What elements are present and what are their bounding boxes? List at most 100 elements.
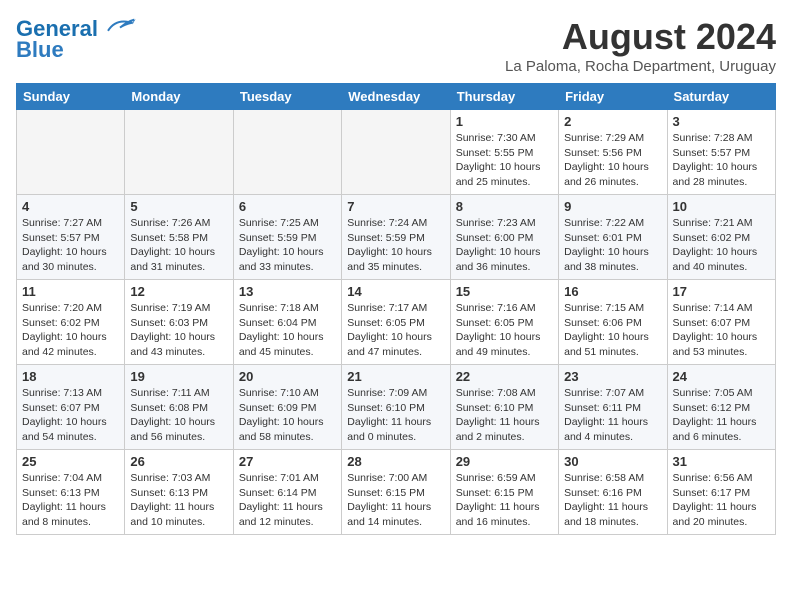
day-number: 22 [456, 369, 553, 384]
title-area: August 2024 La Paloma, Rocha Department,… [505, 16, 776, 75]
calendar-week-row: 11 Sunrise: 7:20 AMSunset: 6:02 PMDayligh… [17, 280, 776, 365]
calendar-cell: 26Sunrise: 7:03 AMSunset: 6:13 PMDayligh… [125, 450, 233, 535]
day-info: Sunrise: 7:09 AMSunset: 6:10 PMDaylight:… [347, 386, 444, 445]
day-info: Sunrise: 7:20 AMSunset: 6:02 PMDaylight:… [22, 301, 119, 360]
day-number: 3 [673, 114, 770, 129]
day-number: 16 [564, 284, 661, 299]
calendar-cell: 1 Sunrise: 7:30 AMSunset: 5:55 PMDaylight… [450, 110, 558, 195]
day-info: Sunrise: 7:21 AMSunset: 6:02 PMDaylight:… [673, 216, 770, 275]
day-number: 12 [130, 284, 227, 299]
calendar-cell: 14 Sunrise: 7:17 AMSunset: 6:05 PMDayligh… [342, 280, 450, 365]
logo-blue: Blue [16, 37, 64, 63]
day-header-friday: Friday [559, 84, 667, 110]
calendar-header-row: SundayMondayTuesdayWednesdayThursdayFrid… [17, 84, 776, 110]
day-number: 30 [564, 454, 661, 469]
day-info: Sunrise: 7:17 AMSunset: 6:05 PMDaylight:… [347, 301, 444, 360]
calendar-cell: 22Sunrise: 7:08 AMSunset: 6:10 PMDayligh… [450, 365, 558, 450]
day-number: 26 [130, 454, 227, 469]
day-info: Sunrise: 7:01 AMSunset: 6:14 PMDaylight:… [239, 471, 336, 530]
day-number: 29 [456, 454, 553, 469]
day-number: 21 [347, 369, 444, 384]
calendar-cell: 16 Sunrise: 7:15 AMSunset: 6:06 PMDayligh… [559, 280, 667, 365]
day-number: 5 [130, 199, 227, 214]
day-number: 11 [22, 284, 119, 299]
day-info: Sunrise: 7:19 AMSunset: 6:03 PMDaylight:… [130, 301, 227, 360]
month-year: August 2024 [505, 16, 776, 58]
calendar-cell: 27 Sunrise: 7:01 AMSunset: 6:14 PMDayligh… [233, 450, 341, 535]
day-number: 8 [456, 199, 553, 214]
day-info: Sunrise: 7:23 AMSunset: 6:00 PMDaylight:… [456, 216, 553, 275]
day-info: Sunrise: 7:13 AMSunset: 6:07 PMDaylight:… [22, 386, 119, 445]
day-number: 24 [673, 369, 770, 384]
calendar-cell: 19 Sunrise: 7:11 AMSunset: 6:08 PMDayligh… [125, 365, 233, 450]
day-number: 14 [347, 284, 444, 299]
calendar-cell: 18 Sunrise: 7:13 AMSunset: 6:07 PMDayligh… [17, 365, 125, 450]
day-number: 9 [564, 199, 661, 214]
calendar-cell [342, 110, 450, 195]
day-info: Sunrise: 7:11 AMSunset: 6:08 PMDaylight:… [130, 386, 227, 445]
day-info: Sunrise: 7:25 AMSunset: 5:59 PMDaylight:… [239, 216, 336, 275]
day-number: 6 [239, 199, 336, 214]
day-info: Sunrise: 6:56 AMSunset: 6:17 PMDaylight:… [673, 471, 770, 530]
day-info: Sunrise: 7:18 AMSunset: 6:04 PMDaylight:… [239, 301, 336, 360]
calendar-week-row: 4 Sunrise: 7:27 AMSunset: 5:57 PMDaylight… [17, 195, 776, 280]
day-number: 1 [456, 114, 553, 129]
day-info: Sunrise: 7:24 AMSunset: 5:59 PMDaylight:… [347, 216, 444, 275]
day-number: 10 [673, 199, 770, 214]
day-info: Sunrise: 7:07 AMSunset: 6:11 PMDaylight:… [564, 386, 661, 445]
day-header-thursday: Thursday [450, 84, 558, 110]
calendar-cell: 17 Sunrise: 7:14 AMSunset: 6:07 PMDayligh… [667, 280, 775, 365]
header: General Blue August 2024 La Paloma, Roch… [16, 16, 776, 75]
day-info: Sunrise: 6:58 AMSunset: 6:16 PMDaylight:… [564, 471, 661, 530]
calendar-cell: 28Sunrise: 7:00 AMSunset: 6:15 PMDayligh… [342, 450, 450, 535]
calendar-cell: 9Sunrise: 7:22 AMSunset: 6:01 PMDaylight… [559, 195, 667, 280]
day-info: Sunrise: 7:26 AMSunset: 5:58 PMDaylight:… [130, 216, 227, 275]
day-number: 23 [564, 369, 661, 384]
day-number: 25 [22, 454, 119, 469]
calendar-cell: 2Sunrise: 7:29 AMSunset: 5:56 PMDaylight… [559, 110, 667, 195]
day-header-sunday: Sunday [17, 84, 125, 110]
day-number: 20 [239, 369, 336, 384]
day-number: 4 [22, 199, 119, 214]
calendar-week-row: 1 Sunrise: 7:30 AMSunset: 5:55 PMDaylight… [17, 110, 776, 195]
day-info: Sunrise: 7:05 AMSunset: 6:12 PMDaylight:… [673, 386, 770, 445]
calendar-cell: 13 Sunrise: 7:18 AMSunset: 6:04 PMDayligh… [233, 280, 341, 365]
day-number: 7 [347, 199, 444, 214]
day-info: Sunrise: 7:30 AMSunset: 5:55 PMDaylight:… [456, 131, 553, 190]
calendar-cell: 24 Sunrise: 7:05 AMSunset: 6:12 PMDayligh… [667, 365, 775, 450]
calendar-cell: 12 Sunrise: 7:19 AMSunset: 6:03 PMDayligh… [125, 280, 233, 365]
calendar-cell: 15Sunrise: 7:16 AMSunset: 6:05 PMDayligh… [450, 280, 558, 365]
day-info: Sunrise: 7:28 AMSunset: 5:57 PMDaylight:… [673, 131, 770, 190]
calendar-cell: 29 Sunrise: 6:59 AMSunset: 6:15 PMDayligh… [450, 450, 558, 535]
calendar-cell: 23 Sunrise: 7:07 AMSunset: 6:11 PMDayligh… [559, 365, 667, 450]
day-number: 18 [22, 369, 119, 384]
calendar-week-row: 25 Sunrise: 7:04 AMSunset: 6:13 PMDayligh… [17, 450, 776, 535]
calendar-cell: 10 Sunrise: 7:21 AMSunset: 6:02 PMDayligh… [667, 195, 775, 280]
calendar-cell: 6 Sunrise: 7:25 AMSunset: 5:59 PMDaylight… [233, 195, 341, 280]
calendar-body: 1 Sunrise: 7:30 AMSunset: 5:55 PMDaylight… [17, 110, 776, 535]
calendar-cell: 4 Sunrise: 7:27 AMSunset: 5:57 PMDaylight… [17, 195, 125, 280]
day-number: 17 [673, 284, 770, 299]
day-number: 31 [673, 454, 770, 469]
calendar-cell: 3 Sunrise: 7:28 AMSunset: 5:57 PMDaylight… [667, 110, 775, 195]
day-info: Sunrise: 7:27 AMSunset: 5:57 PMDaylight:… [22, 216, 119, 275]
day-info: Sunrise: 6:59 AMSunset: 6:15 PMDaylight:… [456, 471, 553, 530]
day-info: Sunrise: 7:04 AMSunset: 6:13 PMDaylight:… [22, 471, 119, 530]
calendar-cell: 21 Sunrise: 7:09 AMSunset: 6:10 PMDayligh… [342, 365, 450, 450]
calendar-cell: 30 Sunrise: 6:58 AMSunset: 6:16 PMDayligh… [559, 450, 667, 535]
day-number: 15 [456, 284, 553, 299]
calendar-cell: 31 Sunrise: 6:56 AMSunset: 6:17 PMDayligh… [667, 450, 775, 535]
day-info: Sunrise: 7:10 AMSunset: 6:09 PMDaylight:… [239, 386, 336, 445]
day-number: 28 [347, 454, 444, 469]
calendar-cell: 11 Sunrise: 7:20 AMSunset: 6:02 PMDayligh… [17, 280, 125, 365]
day-header-monday: Monday [125, 84, 233, 110]
calendar-cell [125, 110, 233, 195]
day-number: 2 [564, 114, 661, 129]
day-info: Sunrise: 7:15 AMSunset: 6:06 PMDaylight:… [564, 301, 661, 360]
calendar-week-row: 18 Sunrise: 7:13 AMSunset: 6:07 PMDayligh… [17, 365, 776, 450]
logo-bird-icon [104, 16, 136, 36]
day-number: 27 [239, 454, 336, 469]
day-number: 13 [239, 284, 336, 299]
day-number: 19 [130, 369, 227, 384]
day-info: Sunrise: 7:14 AMSunset: 6:07 PMDaylight:… [673, 301, 770, 360]
